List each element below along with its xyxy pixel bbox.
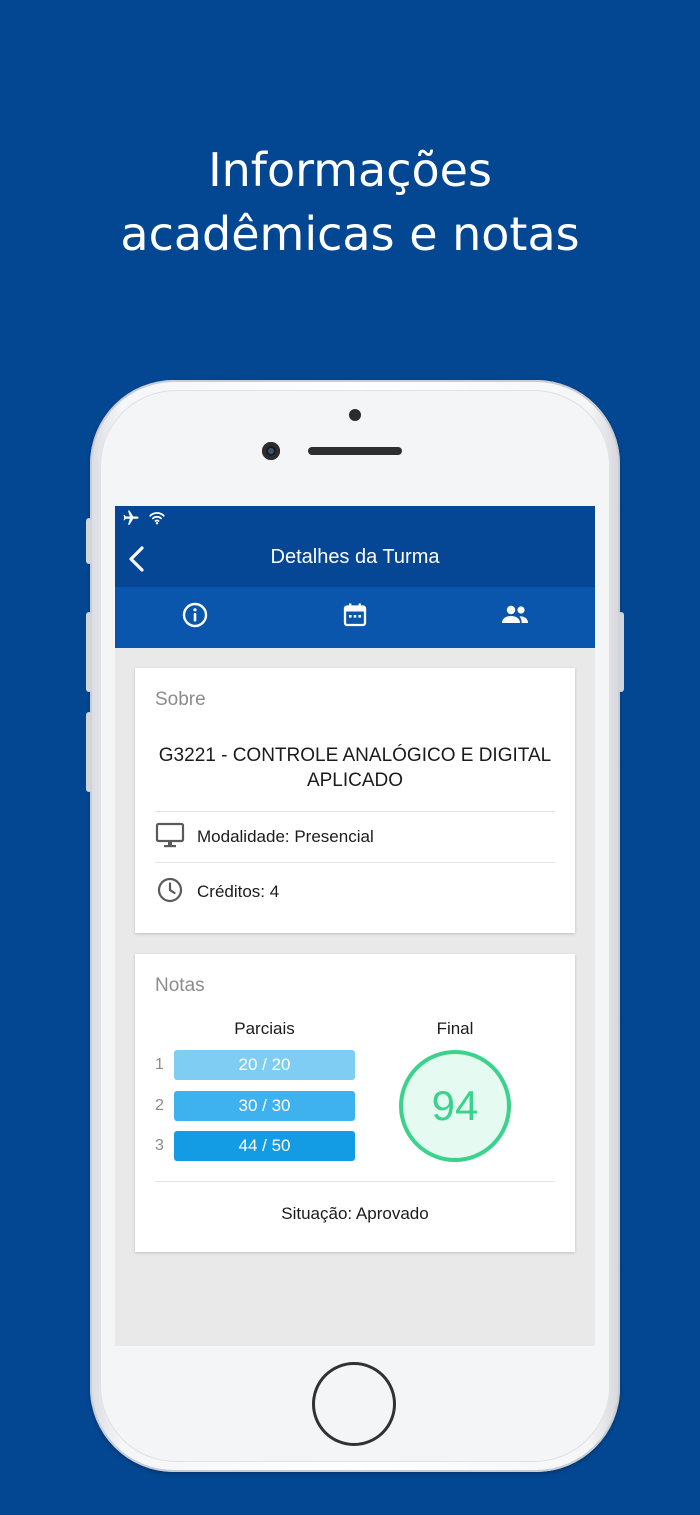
grades-card: Notas Parciais Final 1 20 / 20 2 30 / 30… — [135, 954, 575, 1252]
grade-index-2: 2 — [155, 1097, 164, 1114]
promo-headline: Informações acadêmicas e notas — [0, 138, 700, 266]
tab-participants[interactable] — [435, 587, 595, 648]
earpiece-speaker — [308, 447, 402, 455]
divider — [155, 862, 555, 863]
grade-bar-1: 20 / 20 — [174, 1050, 355, 1080]
tab-info[interactable] — [115, 587, 275, 648]
about-card-title: Sobre — [155, 689, 206, 710]
course-name: G3221 - CONTROLE ANALÓGICO E DIGITAL APL… — [158, 745, 552, 791]
final-grade-value: 94 — [431, 1082, 479, 1129]
modality-row: Modalidade: Presencial — [155, 822, 555, 852]
grade-bar-2: 30 / 30 — [174, 1091, 355, 1121]
tab-bar — [115, 587, 595, 648]
headline-line-1: Informações — [208, 143, 492, 197]
grade-index-3: 3 — [155, 1137, 164, 1154]
navigation-bar: Detalhes da Turma — [115, 532, 595, 587]
page-title: Detalhes da Turma — [270, 546, 440, 568]
people-icon — [499, 601, 531, 634]
mute-switch — [86, 518, 92, 564]
grade-index-1: 1 — [155, 1056, 164, 1073]
credits-label: Créditos: 4 — [197, 882, 280, 901]
final-heading: Final — [436, 1019, 474, 1038]
status-bar — [115, 506, 595, 532]
front-camera — [262, 442, 280, 460]
tab-calendar[interactable] — [275, 587, 435, 648]
calendar-icon — [341, 601, 369, 634]
power-button — [618, 612, 624, 692]
volume-down-button — [86, 712, 92, 792]
divider — [155, 811, 555, 812]
home-button[interactable] — [312, 1362, 396, 1446]
airplane-icon — [121, 509, 141, 532]
status-text: Situação: Aprovado — [281, 1204, 429, 1223]
info-icon — [181, 601, 209, 634]
headline-line-2: acadêmicas e notas — [120, 207, 580, 261]
grades-card-title: Notas — [155, 975, 205, 996]
final-grade-circle: 94 — [399, 1050, 511, 1162]
monitor-icon — [155, 821, 185, 854]
grade-bar-3: 44 / 50 — [174, 1131, 355, 1161]
app-screen: Detalhes da Turma Sobre G3221 - CONTROLE… — [115, 506, 595, 1346]
partials-heading: Parciais — [234, 1019, 295, 1038]
proximity-sensor — [349, 409, 361, 421]
modality-label: Modalidade: Presencial — [197, 827, 374, 846]
volume-up-button — [86, 612, 92, 692]
clock-icon — [155, 876, 185, 909]
wifi-icon — [147, 509, 167, 532]
divider — [155, 1181, 555, 1182]
about-card: Sobre G3221 - CONTROLE ANALÓGICO E DIGIT… — [135, 668, 575, 933]
credits-row: Créditos: 4 — [155, 877, 555, 907]
